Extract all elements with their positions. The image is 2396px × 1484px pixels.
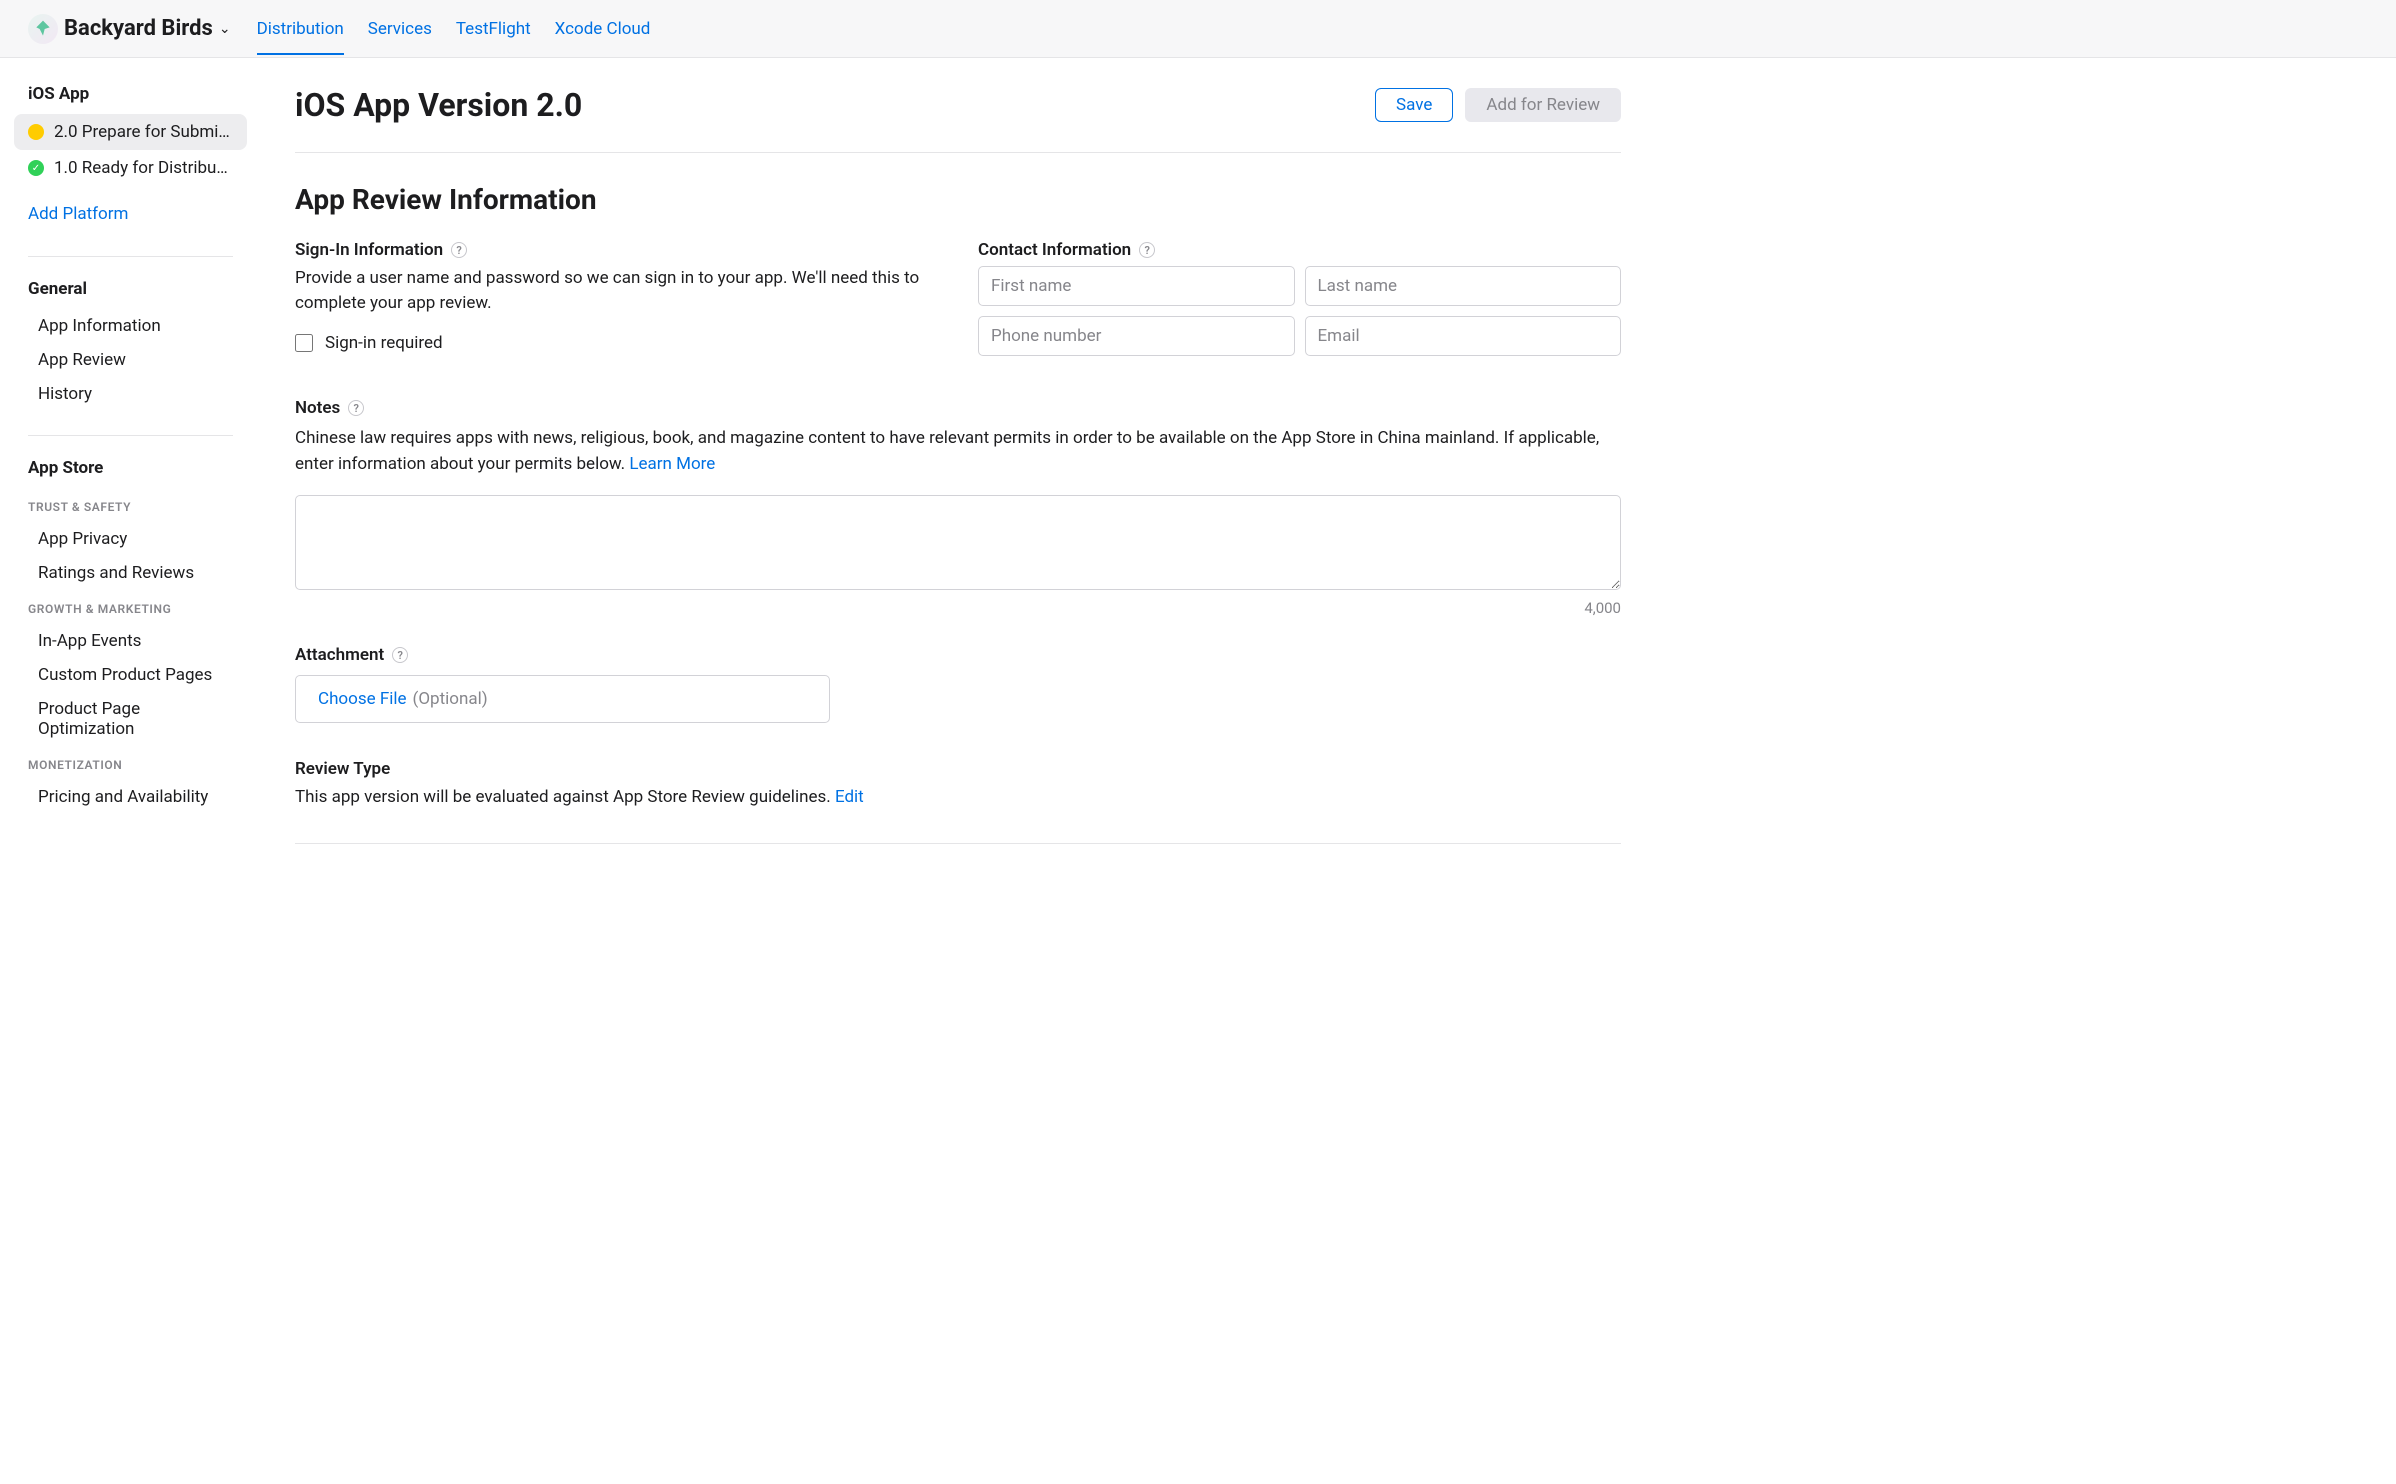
attachment-label: Attachment <box>295 645 384 665</box>
signin-required-label: Sign-in required <box>325 333 443 353</box>
notes-desc: Chinese law requires apps with news, rel… <box>295 426 1621 477</box>
sidebar-item-ratings-reviews[interactable]: Ratings and Reviews <box>0 556 261 590</box>
top-nav: Distribution Services TestFlight Xcode C… <box>257 3 651 55</box>
attachment-block: Attachment ? Choose File (Optional) <box>295 645 1621 723</box>
review-type-desc: This app version will be evaluated again… <box>295 787 1621 807</box>
app-switcher[interactable]: Backyard Birds ⌄ <box>28 14 231 44</box>
sidebar-item-custom-product-pages[interactable]: Custom Product Pages <box>0 658 261 692</box>
sidebar: iOS App 2.0 Prepare for Submissi… ✓ 1.0 … <box>0 58 261 904</box>
signin-desc: Provide a user name and password so we c… <box>295 266 938 315</box>
signin-label-row: Sign-In Information ? <box>295 240 938 260</box>
contact-block: Contact Information ? <box>978 240 1621 356</box>
version-label: 2.0 Prepare for Submissi… <box>54 122 233 142</box>
tab-services[interactable]: Services <box>368 3 432 55</box>
status-ready-icon: ✓ <box>28 160 44 176</box>
sidebar-item-app-information[interactable]: App Information <box>0 309 261 343</box>
review-type-desc-text: This app version will be evaluated again… <box>295 787 835 807</box>
notes-desc-text: Chinese law requires apps with news, rel… <box>295 428 1599 474</box>
edit-link[interactable]: Edit <box>835 787 864 807</box>
app-icon <box>28 14 58 44</box>
page-title: iOS App Version 2.0 <box>295 86 582 124</box>
sidebar-growth-marketing-title: GROWTH & MARKETING <box>0 590 261 624</box>
help-icon[interactable]: ? <box>1139 242 1155 258</box>
sidebar-item-app-review[interactable]: App Review <box>0 343 261 377</box>
signin-required-checkbox[interactable] <box>295 334 313 352</box>
review-type-label: Review Type <box>295 759 390 779</box>
sidebar-monetization-title: MONETIZATION <box>0 746 261 780</box>
status-pending-icon <box>28 124 44 140</box>
email-field[interactable] <box>1305 316 1622 356</box>
signin-required-checkbox-row[interactable]: Sign-in required <box>295 333 938 353</box>
signin-block: Sign-In Information ? Provide a user nam… <box>295 240 938 356</box>
review-type-label-row: Review Type <box>295 759 1621 779</box>
version-label: 1.0 Ready for Distribution <box>54 158 233 178</box>
signin-contact-row: Sign-In Information ? Provide a user nam… <box>295 240 1621 356</box>
main-content: iOS App Version 2.0 Save Add for Review … <box>261 58 1661 904</box>
tab-distribution[interactable]: Distribution <box>257 3 344 55</box>
save-button[interactable]: Save <box>1375 88 1453 122</box>
help-icon[interactable]: ? <box>451 242 467 258</box>
page-header: iOS App Version 2.0 Save Add for Review <box>295 86 1621 153</box>
notes-block: Notes ? Chinese law requires apps with n… <box>295 398 1621 617</box>
contact-input-grid <box>978 266 1621 356</box>
first-name-field[interactable] <box>978 266 1295 306</box>
section-title: App Review Information <box>295 183 1621 216</box>
add-for-review-button: Add for Review <box>1465 88 1621 122</box>
sidebar-general-title: General <box>0 279 261 309</box>
help-icon[interactable]: ? <box>392 647 408 663</box>
version-list: 2.0 Prepare for Submissi… ✓ 1.0 Ready fo… <box>0 114 261 192</box>
top-header: Backyard Birds ⌄ Distribution Services T… <box>0 0 2396 58</box>
sidebar-version-item[interactable]: 2.0 Prepare for Submissi… <box>14 114 247 150</box>
tab-xcodecloud[interactable]: Xcode Cloud <box>555 3 651 55</box>
notes-textarea[interactable] <box>295 495 1621 590</box>
notes-char-count: 4,000 <box>295 599 1621 617</box>
file-chooser[interactable]: Choose File (Optional) <box>295 675 830 723</box>
sidebar-item-app-privacy[interactable]: App Privacy <box>0 522 261 556</box>
sidebar-item-pricing-availability[interactable]: Pricing and Availability <box>0 780 261 814</box>
sidebar-ios-app-title: iOS App <box>0 84 261 114</box>
learn-more-link[interactable]: Learn More <box>629 454 715 474</box>
review-type-block: Review Type This app version will be eva… <box>295 759 1621 844</box>
contact-label: Contact Information <box>978 240 1131 260</box>
sidebar-item-inapp-events[interactable]: In-App Events <box>0 624 261 658</box>
sidebar-trust-safety-title: TRUST & SAFETY <box>0 488 261 522</box>
sidebar-item-product-page-optimization[interactable]: Product Page Optimization <box>0 692 261 746</box>
choose-file-link: Choose File <box>318 689 407 709</box>
sidebar-version-item[interactable]: ✓ 1.0 Ready for Distribution <box>14 150 247 186</box>
contact-label-row: Contact Information ? <box>978 240 1621 260</box>
attachment-label-row: Attachment ? <box>295 645 1621 665</box>
divider <box>28 435 233 436</box>
optional-label: (Optional) <box>413 689 488 709</box>
chevron-down-icon: ⌄ <box>219 21 231 37</box>
divider <box>28 256 233 257</box>
add-platform-link[interactable]: Add Platform <box>0 192 261 232</box>
sidebar-item-history[interactable]: History <box>0 377 261 411</box>
phone-field[interactable] <box>978 316 1295 356</box>
help-icon[interactable]: ? <box>348 400 364 416</box>
sidebar-appstore-title: App Store <box>0 458 261 488</box>
header-actions: Save Add for Review <box>1375 88 1621 122</box>
notes-label-row: Notes ? <box>295 398 1621 418</box>
tab-testflight[interactable]: TestFlight <box>456 3 531 55</box>
last-name-field[interactable] <box>1305 266 1622 306</box>
signin-label: Sign-In Information <box>295 240 443 260</box>
app-name: Backyard Birds <box>64 16 213 41</box>
notes-label: Notes <box>295 398 340 418</box>
